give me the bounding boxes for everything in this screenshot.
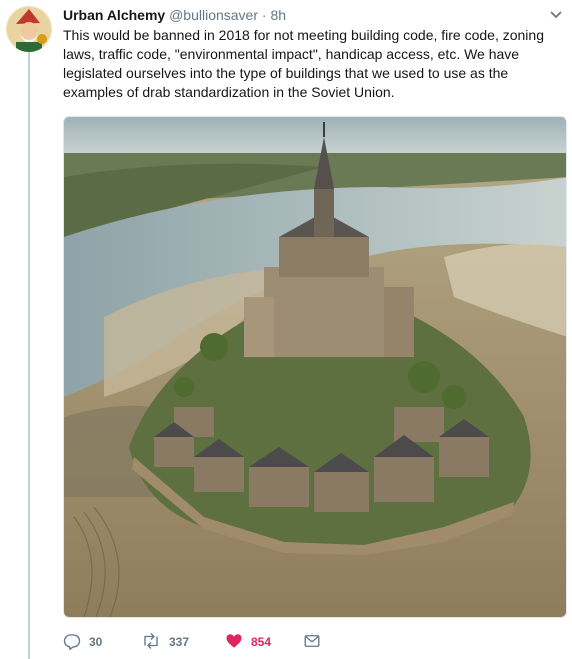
like-count: 854 [251, 635, 272, 649]
heart-icon [225, 632, 243, 653]
retweet-button[interactable]: 337 [141, 630, 189, 654]
tweet[interactable]: Urban Alchemy @bullionsaver · 8h This wo… [0, 0, 572, 659]
tweet-actions: 30 337 854 [63, 630, 563, 654]
tweet-time[interactable]: 8h [270, 7, 286, 23]
reply-button[interactable]: 30 [63, 630, 102, 654]
author-handle[interactable]: @bullionsaver [169, 7, 258, 23]
like-button[interactable]: 854 [225, 630, 271, 654]
reply-count: 30 [89, 635, 103, 649]
retweet-icon [141, 632, 161, 653]
reply-icon [63, 632, 81, 653]
thread-line [28, 50, 30, 659]
retweet-count: 337 [169, 635, 190, 649]
tweet-header: Urban Alchemy @bullionsaver · 8h [63, 6, 563, 24]
tweet-content: Urban Alchemy @bullionsaver · 8h This wo… [63, 6, 563, 102]
tweet-text: This would be banned in 2018 for not mee… [63, 27, 544, 100]
tweet-photo[interactable] [63, 116, 567, 618]
envelope-icon [303, 632, 321, 653]
author-name[interactable]: Urban Alchemy [63, 7, 165, 23]
avatar[interactable] [6, 6, 52, 52]
message-button[interactable] [303, 630, 321, 654]
separator: · [261, 7, 267, 23]
